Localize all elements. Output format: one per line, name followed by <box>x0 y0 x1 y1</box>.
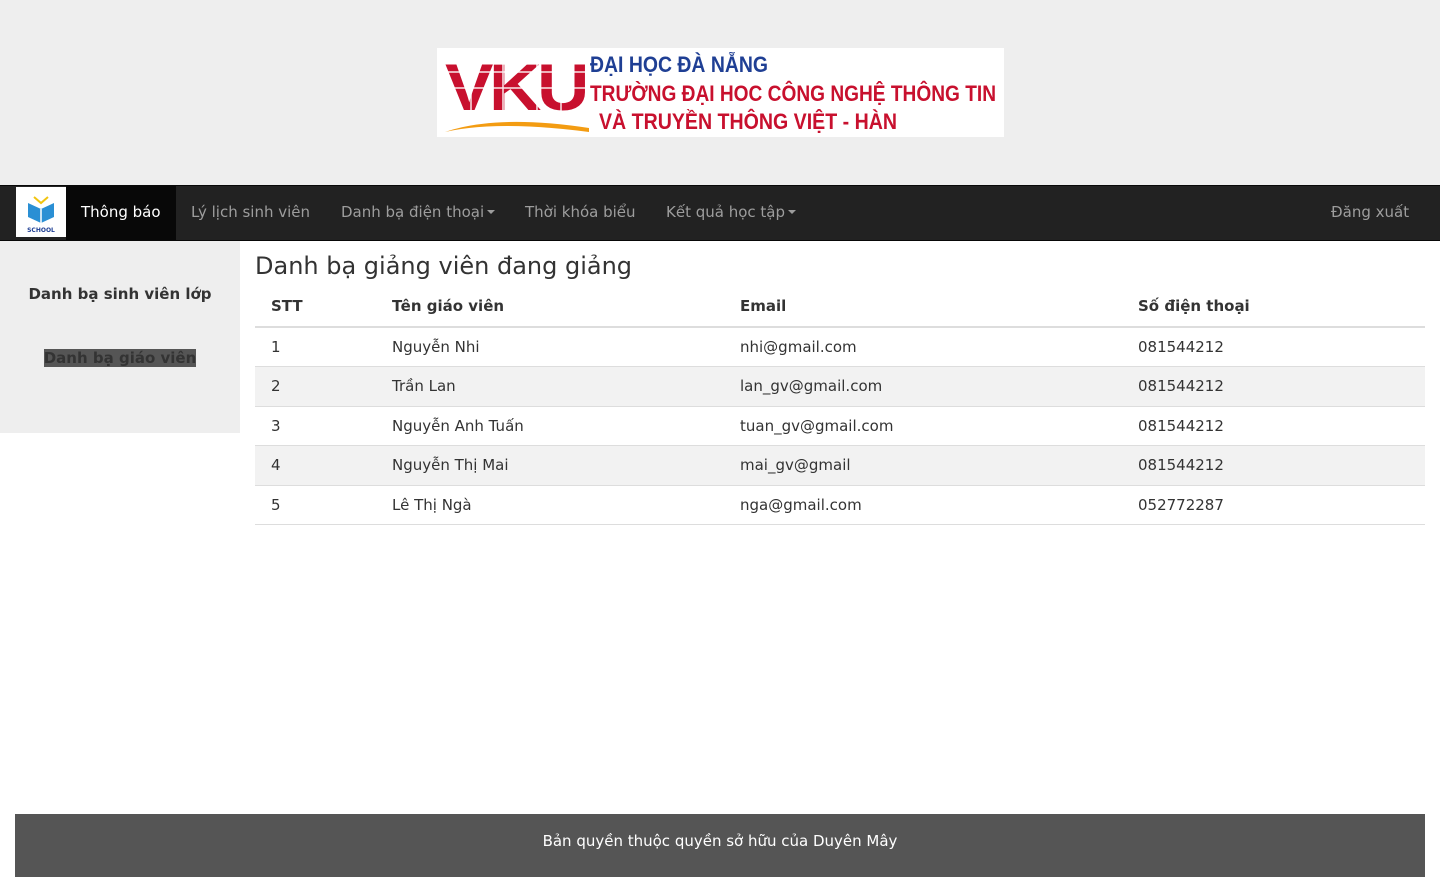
cell-name: Lê Thị Ngà <box>376 485 724 525</box>
university-banner: VKU ĐẠI HỌC ĐÀ NẴNG TRƯỜNG ĐẠI HOC CÔNG … <box>437 48 1004 137</box>
banner-line2: TRƯỜNG ĐẠI HOC CÔNG NGHỆ THÔNG TIN <box>590 81 996 106</box>
brand-text: SCHOOL <box>27 227 55 234</box>
cell-email: nhi@gmail.com <box>724 327 1122 367</box>
banner-line3: VÀ TRUYỀN THÔNG VIỆT - HÀN <box>599 109 897 134</box>
cell-email: tuan_gv@gmail.com <box>724 406 1122 446</box>
chevron-down-icon <box>788 209 796 214</box>
sidebar: Danh bạ sinh viên lớp Danh bạ giáo viên <box>0 241 240 433</box>
logout-link[interactable]: Đăng xuất <box>1331 186 1409 240</box>
sidebar-item-label: Danh bạ sinh viên lớp <box>28 285 212 303</box>
cell-name: Nguyễn Thị Mai <box>376 445 724 486</box>
copyright-text: Bản quyền thuộc quyền sở hữu của Duyên M… <box>542 832 898 850</box>
cell-phone: 081544212 <box>1122 445 1425 486</box>
vku-logo: VKU ĐẠI HỌC ĐÀ NẴNG TRƯỜNG ĐẠI HOC CÔNG … <box>445 50 996 134</box>
school-book-icon: SCHOOL <box>27 196 55 234</box>
nav-ket-qua-hoc-tap[interactable]: Kết quả học tập <box>666 186 796 240</box>
cell-stt: 1 <box>255 327 376 367</box>
cell-stt: 4 <box>255 445 376 486</box>
nav-danh-ba-label: Danh bạ điện thoại <box>341 203 485 221</box>
table-row: 5 Lê Thị Ngà nga@gmail.com 052772287 <box>255 485 1425 525</box>
main-content: Danh bạ giảng viên đang giảng STT Tên gi… <box>255 241 1425 525</box>
school-brand-logo[interactable]: SCHOOL <box>16 187 66 237</box>
cell-name: Nguyễn Anh Tuấn <box>376 406 724 446</box>
cell-stt: 2 <box>255 366 376 407</box>
nav-thoi-khoa-bieu[interactable]: Thời khóa biểu <box>525 186 636 240</box>
nav-danh-ba-dien-thoai[interactable]: Danh bạ điện thoại <box>341 186 496 240</box>
page-header: VKU ĐẠI HỌC ĐÀ NẴNG TRƯỜNG ĐẠI HOC CÔNG … <box>0 0 1440 185</box>
main-navbar: SCHOOL Thông báo Lý lịch sinh viên Danh … <box>0 185 1440 241</box>
sidebar-item-student-directory[interactable]: Danh bạ sinh viên lớp <box>0 285 240 303</box>
cell-email: lan_gv@gmail.com <box>724 366 1122 407</box>
nav-ly-lich-sinh-vien[interactable]: Lý lịch sinh viên <box>191 186 310 240</box>
cell-stt: 5 <box>255 485 376 525</box>
chevron-down-icon <box>487 209 496 214</box>
page-footer: Bản quyền thuộc quyền sở hữu của Duyên M… <box>15 814 1425 877</box>
table-row: 4 Nguyễn Thị Mai mai_gv@gmail 081544212 <box>255 445 1425 486</box>
sidebar-item-label: Danh bạ giáo viên <box>43 349 197 367</box>
sidebar-item-teacher-directory[interactable]: Danh bạ giáo viên <box>0 349 240 367</box>
cell-email: mai_gv@gmail <box>724 445 1122 486</box>
table-row: 1 Nguyễn Nhi nhi@gmail.com 081544212 <box>255 327 1425 367</box>
column-header-email: Email <box>724 286 1122 328</box>
nav-thong-bao[interactable]: Thông báo <box>66 186 176 240</box>
cell-stt: 3 <box>255 406 376 446</box>
cell-name: Trần Lan <box>376 366 724 407</box>
table-row: 3 Nguyễn Anh Tuấn tuan_gv@gmail.com 0815… <box>255 406 1425 446</box>
cell-email: nga@gmail.com <box>724 485 1122 525</box>
cell-phone: 052772287 <box>1122 485 1425 525</box>
column-header-phone: Số điện thoại <box>1122 286 1425 328</box>
column-header-stt: STT <box>255 286 376 328</box>
teacher-table: STT Tên giáo viên Email Số điện thoại 1 … <box>255 286 1425 525</box>
nav-ket-qua-label: Kết quả học tập <box>666 203 785 221</box>
cell-phone: 081544212 <box>1122 366 1425 407</box>
page-title: Danh bạ giảng viên đang giảng <box>255 252 633 280</box>
table-header-row: STT Tên giáo viên Email Số điện thoại <box>255 286 1425 328</box>
cell-phone: 081544212 <box>1122 406 1425 446</box>
cell-name: Nguyễn Nhi <box>376 327 724 367</box>
cell-phone: 081544212 <box>1122 327 1425 367</box>
banner-line1: ĐẠI HỌC ĐÀ NẴNG <box>590 52 768 77</box>
column-header-name: Tên giáo viên <box>376 286 724 328</box>
table-row: 2 Trần Lan lan_gv@gmail.com 081544212 <box>255 366 1425 407</box>
